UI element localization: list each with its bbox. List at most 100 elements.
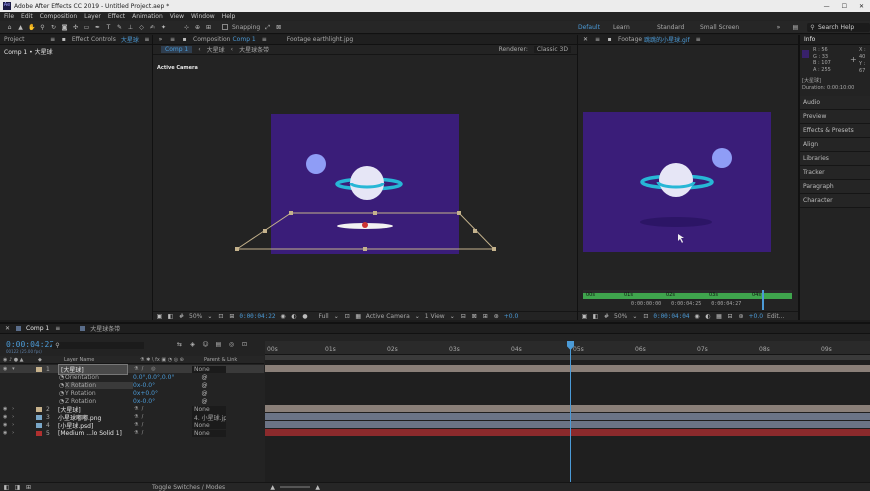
puppet-pin-icon[interactable]: ✦ [160, 24, 167, 31]
rectangle-tool-icon[interactable]: ▭ [83, 24, 90, 31]
work-area-bar[interactable] [265, 355, 870, 360]
footage-footer-time[interactable]: 0:00:04:04 [653, 313, 689, 320]
eraser-tool-icon[interactable]: ◇ [138, 24, 145, 31]
snapping-checkbox[interactable] [222, 24, 228, 30]
zoom-out-icon[interactable]: ▲ [269, 484, 276, 491]
snap-features-icon[interactable]: ⊠ [275, 24, 282, 31]
layer-row[interactable]: ◉ › 3 小星球嘟嘟.png ⚗ / 4. 小星球.jp [0, 412, 264, 422]
motion-blur-icon[interactable]: ◎ [228, 341, 235, 348]
transparency-grid-icon[interactable]: ⊞ [228, 313, 235, 320]
panel-close-icon[interactable]: » [157, 36, 164, 43]
comp-current-time[interactable]: 0:00:04:22 [239, 313, 275, 320]
frame-blending-icon[interactable]: ▤ [215, 341, 222, 348]
reset-exposure-icon[interactable]: ⊛ [493, 313, 500, 320]
info-tab[interactable]: Info [800, 35, 870, 45]
toggle-switches-modes[interactable]: Toggle Switches / Modes [152, 484, 225, 491]
reset-exposure-icon[interactable]: ⊛ [737, 313, 744, 320]
snapshot-icon[interactable]: ◉ [693, 313, 700, 320]
footage-zoom-select[interactable]: 50% [614, 313, 627, 320]
expand-layer-switches-icon[interactable]: ◧ [3, 484, 10, 491]
selection-tool-icon[interactable]: ▲ [17, 24, 24, 31]
crumb-big-planet[interactable]: 大星球 [207, 45, 225, 54]
panel-effects-presets[interactable]: Effects & Presets [800, 124, 870, 138]
pixel-aspect-icon[interactable]: ⊟ [726, 313, 733, 320]
parent-select[interactable]: None [192, 405, 226, 413]
zoom-in-icon[interactable]: ▲ [314, 484, 321, 491]
chevron-down-icon[interactable]: ⌄ [206, 313, 213, 320]
axis-local-icon[interactable]: ⊹ [183, 24, 190, 31]
pixel-aspect-icon[interactable]: ⊟ [460, 313, 467, 320]
property-value[interactable]: 0x-0.0° [133, 398, 201, 405]
menu-file[interactable]: File [4, 13, 14, 20]
snap-edges-icon[interactable]: ⤢ [264, 24, 271, 31]
tab-composition[interactable]: Composition [193, 36, 230, 43]
tab-effect-controls[interactable]: Effect Controls [72, 36, 116, 43]
parent-header[interactable]: Parent & Link [204, 357, 237, 363]
footage-exposure[interactable]: +0.0 [748, 313, 763, 320]
panel-character[interactable]: Character [800, 194, 870, 208]
resolution-select[interactable]: Full [318, 313, 328, 320]
parent-select[interactable]: None [192, 365, 226, 373]
zoom-select[interactable]: 50% [189, 313, 202, 320]
layer-label-color[interactable] [36, 406, 42, 412]
fast-preview-icon[interactable]: ⊡ [344, 313, 351, 320]
layer-label-color[interactable] [36, 430, 42, 436]
layer-switch-values[interactable]: ⚗ / [128, 406, 192, 412]
property-row[interactable]: ◔ Y Rotation 0x+0.0° @ [0, 389, 264, 397]
more-workspaces-icon[interactable]: » [775, 24, 782, 31]
property-value[interactable]: 0x+0.0° [133, 390, 201, 397]
roto-brush-icon[interactable]: ✍ [149, 24, 156, 31]
view-select[interactable]: Active Camera [366, 313, 410, 320]
draft-3d-icon[interactable]: ⊠ [471, 313, 478, 320]
layer-label-color[interactable] [36, 414, 42, 420]
expression-icon[interactable]: @ [201, 382, 208, 389]
footage-playhead[interactable] [762, 290, 764, 310]
panel-menu-icon[interactable]: ≡ [50, 36, 56, 43]
tab-menu-icon[interactable]: ≡ [54, 325, 61, 332]
grid-icon[interactable]: # [178, 313, 185, 320]
panel-options-icon[interactable]: ≡ [144, 36, 150, 43]
property-row[interactable]: ◔ Z Rotation 0x-0.0° @ [0, 397, 264, 405]
menu-edit[interactable]: Edit [21, 13, 33, 20]
brush-tool-icon[interactable]: ✎ [116, 24, 123, 31]
pan-behind-icon[interactable]: ✣ [72, 24, 79, 31]
layer-name[interactable]: [Medium ...lo Solid 1] [58, 430, 128, 437]
search-help-field[interactable]: ⚲ Search Help [807, 23, 870, 32]
axis-view-icon[interactable]: ⊞ [205, 24, 212, 31]
menu-effect[interactable]: Effect [108, 13, 125, 20]
color-channel-icon[interactable]: ● [301, 313, 308, 320]
expression-icon[interactable]: @ [201, 390, 208, 397]
axis-world-icon[interactable]: ⊕ [194, 24, 201, 31]
property-row[interactable]: ◔ Orientation 0.0°,0.0°,0.0° @ [0, 373, 264, 381]
composition-viewer[interactable] [153, 73, 577, 309]
layer-bar-2[interactable] [265, 405, 870, 412]
parent-select[interactable]: None [192, 421, 226, 429]
chevron-down-icon[interactable]: ⌄ [631, 313, 638, 320]
pen-tool-icon[interactable]: ✒ [94, 24, 101, 31]
tab-footage[interactable]: Footage [618, 36, 642, 43]
timeline-playhead[interactable] [570, 341, 571, 482]
layer-bar-1[interactable] [265, 365, 870, 372]
graph-editor-icon[interactable]: ⊡ [241, 341, 248, 348]
layer-row[interactable]: ◉ › 4 [小星球.psd] ⚗ / None [0, 421, 264, 430]
always-preview-icon[interactable]: ▣ [581, 313, 588, 320]
home-icon[interactable]: ⌂ [6, 24, 13, 31]
layer-switches[interactable]: ◉ › [0, 414, 36, 420]
footage-current-time[interactable]: 0:00:04:25 [671, 301, 701, 307]
layer-name-header[interactable]: Layer Name [64, 357, 94, 363]
zoom-slider[interactable] [280, 486, 311, 488]
tab-comp1[interactable]: Comp 1 [26, 325, 49, 332]
footage-viewer[interactable] [578, 45, 798, 290]
property-value[interactable]: 0x-0.0° [133, 382, 201, 389]
parent-select[interactable]: None [192, 429, 226, 437]
footage-time-ruler[interactable]: 00s 01s 02s 03s 04s 0:00:00:00 0:00:04:2… [583, 290, 792, 310]
layer-row[interactable]: ◉ ▾ 1 [大星球] ⚗ / ◎ None [0, 363, 264, 375]
hand-tool-icon[interactable]: ✋ [28, 24, 35, 31]
layer-switches[interactable]: ◉ › [0, 422, 36, 428]
tab-planet-ring[interactable]: 大星球条带 [90, 324, 120, 333]
stopwatch-icon[interactable]: ◔ [58, 398, 65, 405]
expand-timing-icon[interactable]: ⊞ [25, 484, 32, 491]
stopwatch-icon[interactable]: ◔ [58, 390, 65, 397]
comp-tab-menu-icon[interactable]: ≡ [261, 36, 268, 43]
timeline-timecode[interactable]: 0:00:04:22 [6, 340, 54, 349]
